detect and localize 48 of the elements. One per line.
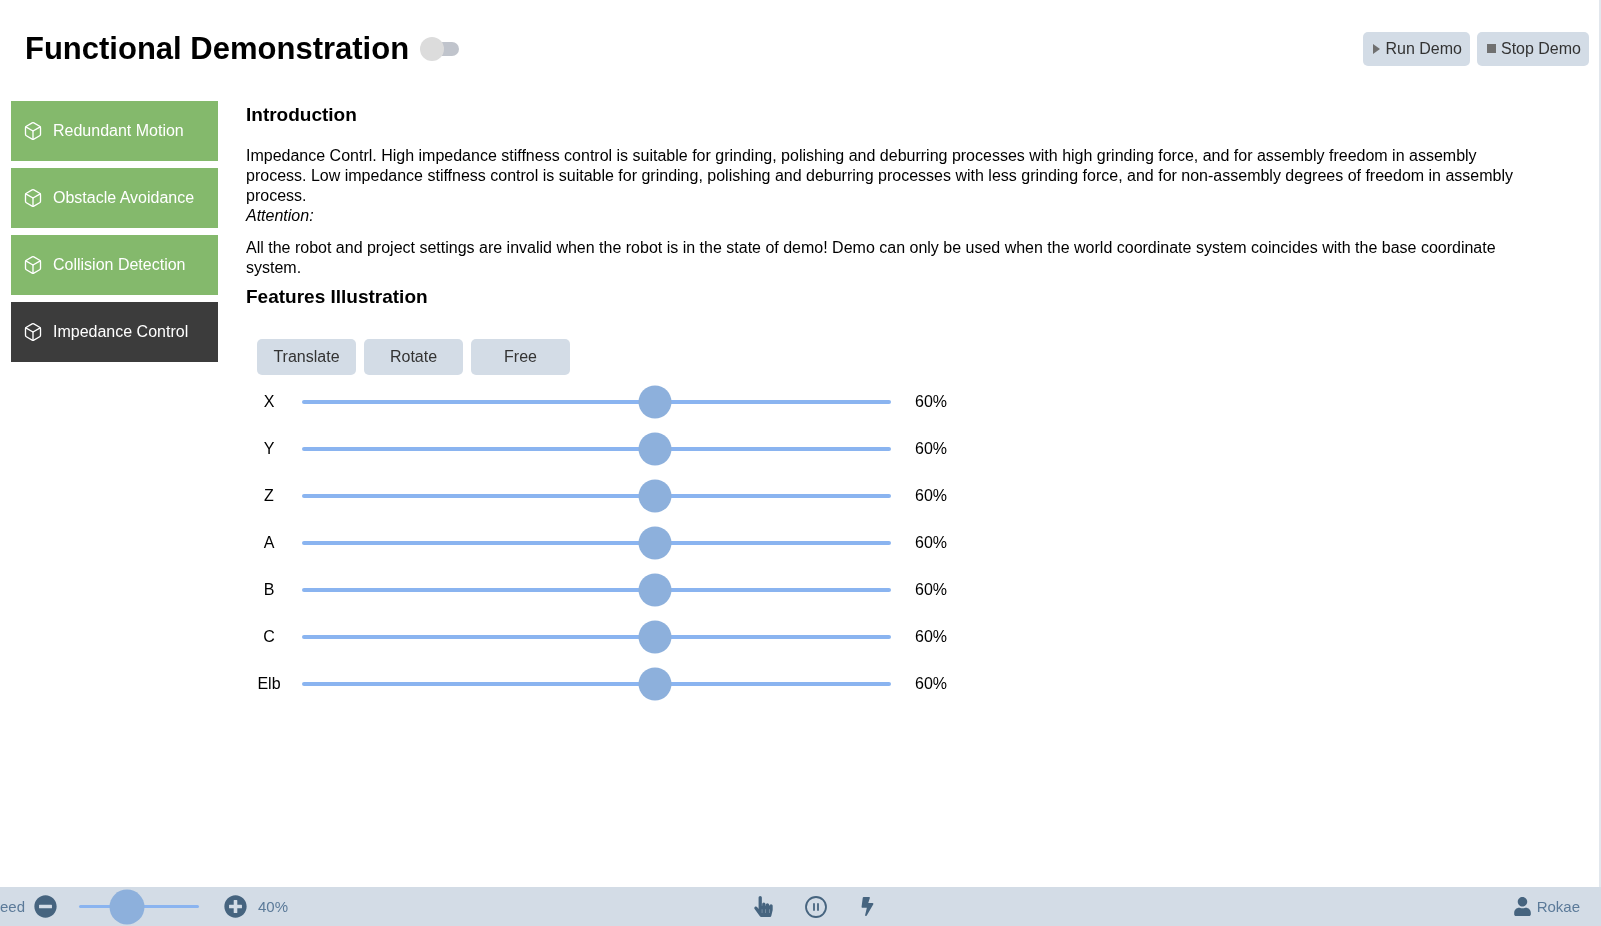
slider-value: 60%: [915, 627, 948, 646]
slider-label: A: [262, 533, 276, 552]
cube-icon: [23, 188, 43, 208]
slider-thumb[interactable]: [638, 667, 672, 700]
slider-label: B: [262, 580, 276, 599]
section-heading: Introduction: [246, 103, 358, 127]
cube-icon: [23, 121, 43, 141]
plus-icon[interactable]: [224, 895, 248, 918]
attention-text: All the robot and project settings are invalid when the robot is in the state of demo! Demo can only be used when the world coordinate system coincides with the base coordinate system.: [246, 238, 1497, 278]
slider-value: 60%: [915, 486, 948, 505]
slider-thumb[interactable]: [638, 620, 672, 653]
minus-icon[interactable]: [34, 895, 58, 918]
speed-slider-thumb[interactable]: [109, 889, 145, 924]
play-icon: [1373, 43, 1381, 54]
cube-icon: [23, 255, 43, 275]
mode-button[interactable]: Rotate: [364, 339, 463, 375]
slider-value: 60%: [915, 580, 948, 599]
mode-button[interactable]: Translate: [257, 339, 356, 375]
slider-label: C: [262, 627, 276, 646]
slider-thumb[interactable]: [638, 526, 672, 559]
stop-icon: [1486, 44, 1496, 53]
slider-value: 60%: [915, 674, 948, 693]
user-icon[interactable]: [1512, 897, 1532, 916]
stop-button[interactable]: Stop Demo: [1476, 31, 1589, 66]
slider-value: 60%: [915, 392, 948, 411]
slider-value: 60%: [915, 533, 948, 552]
speed-label: eed: [0, 898, 26, 915]
slider-thumb[interactable]: [638, 573, 672, 606]
sidebar-item[interactable]: Impedance Control: [11, 302, 218, 362]
cube-icon: [23, 322, 43, 342]
mode-button[interactable]: Free: [471, 339, 570, 375]
attention-label: Attention:: [246, 206, 315, 226]
run-button[interactable]: Run Demo: [1363, 31, 1470, 66]
toggle-switch[interactable]: [420, 36, 460, 61]
section-heading: Features Illustration: [246, 285, 429, 309]
slider-label: Y: [262, 439, 276, 458]
page-title: Functional Demonstration: [25, 30, 410, 67]
pause-icon[interactable]: [803, 894, 828, 919]
slider-value: 60%: [915, 439, 948, 458]
slider-thumb[interactable]: [638, 479, 672, 512]
slider-label: X: [262, 392, 276, 411]
intro-paragraph: Impedance Contrl. High impedance stiffness control is suitable for grinding, polishing and deburring processes with high grinding force, and for assembly freedom in assembly process. Low impedance stiffness control is suitable for grinding, polishing and deburring processes with less grinding force, and for non-assembly degrees of freedom in assembly process.: [246, 146, 1515, 206]
slider-thumb[interactable]: [638, 385, 672, 418]
slider-thumb[interactable]: [638, 432, 672, 465]
slider-label: Elb: [257, 674, 281, 693]
speed-value: 40%: [258, 898, 289, 915]
slider-label: Z: [263, 486, 275, 505]
hand-pointer-icon[interactable]: [752, 896, 774, 917]
